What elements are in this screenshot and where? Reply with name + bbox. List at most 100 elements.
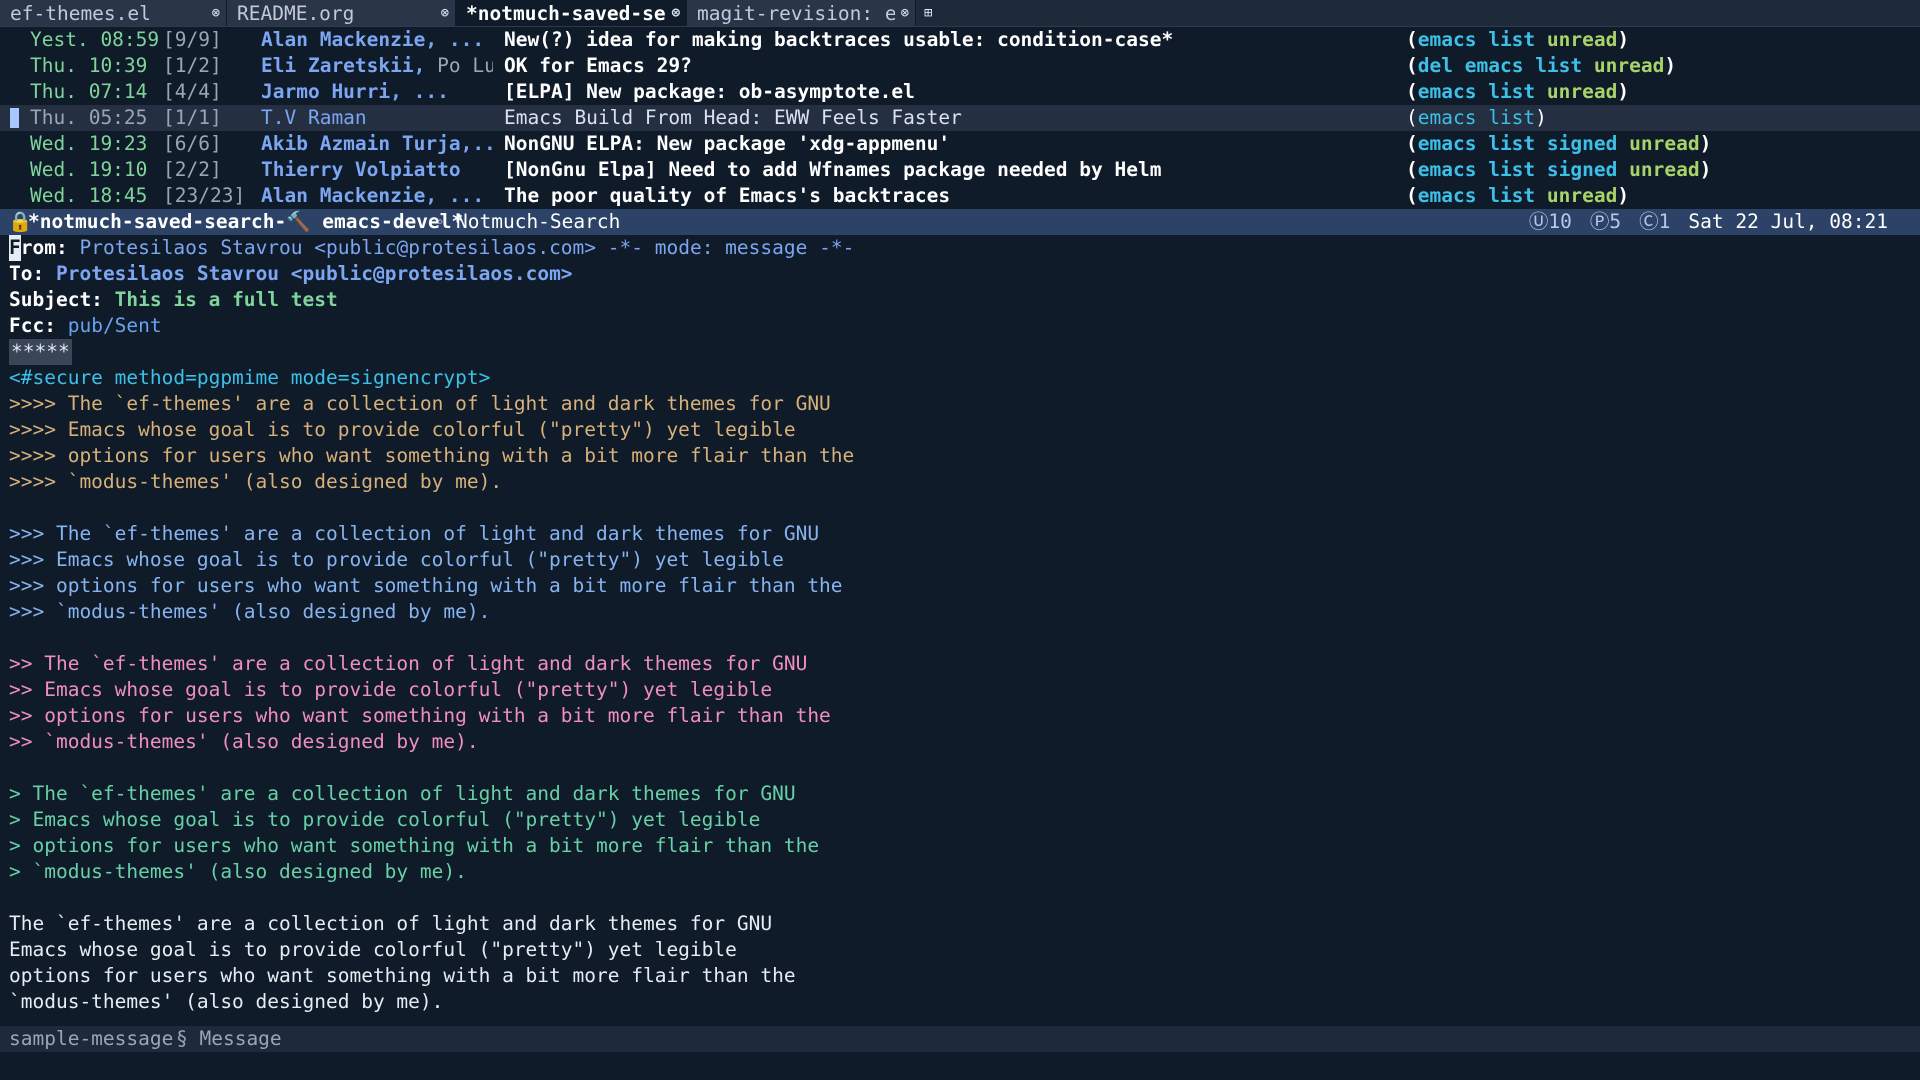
tab-magit-revision[interactable]: magit-revision: ef ⊗ [687,0,916,26]
quote-level-1-line: > Emacs whose goal is to provide colorfu… [9,808,761,831]
search-row[interactable]: Thu. 07:14 [4/4] Jarmo Hurri, ... [ELPA]… [0,79,1920,105]
quote-level-4-line: >>>> options for users who want somethin… [9,444,855,467]
row-date: Thu. 05:25 [30,106,148,129]
tab-ef-themes[interactable]: ef-themes.el ⊗ [0,0,227,26]
header-from[interactable]: From: Protesilaos Stavrou <public@protes… [0,235,1920,261]
quote-level-3-line: >>> `modus-themes' (also designed by me)… [9,600,491,623]
to-value[interactable]: Protesilaos Stavrou <public@protesilaos.… [56,262,573,285]
mode-line-major-mode[interactable]: Notmuch-Search [456,209,620,235]
search-row[interactable]: Wed. 19:23 [6/6] Akib Azmain Turja,... N… [0,131,1920,157]
mode-line-active[interactable]: 🔒 *notmuch-saved-search-🔨 emacs-devel* ∘… [0,209,1920,235]
search-row[interactable]: Wed. 18:45 [23/23] Alan Mackenzie, ... T… [0,183,1920,209]
mml-secure-tag[interactable]: <#secure method=pgpmime mode=signencrypt… [0,365,1920,391]
quote-level-4-line: >>>> Emacs whose goal is to provide colo… [9,418,796,441]
row-count: [2/2] [163,158,222,181]
notmuch-search-list: Yest. 08:59 [9/9] Alan Mackenzie, ... Ne… [0,27,1920,209]
row-subject: Emacs Build From Head: EWW Feels Faster [504,106,962,129]
tab-readme[interactable]: README.org ⊗ [227,0,456,26]
mode-line-inactive[interactable]: sample-message § Message [0,1026,1920,1052]
count-indicator: Ⓒ1 [1639,210,1671,233]
quote-level-2-line: >> options for users who want something … [9,704,831,727]
row-subject: New(?) idea for making backtraces usable… [504,28,1174,51]
unread-count-indicator: Ⓤ10 [1528,210,1572,233]
tab-notmuch-saved-search[interactable]: *notmuch-saved-sea ⊗ [456,0,687,26]
body-line: `modus-themes' (also designed by me). [9,990,444,1013]
row-date: Thu. 10:39 [30,54,148,77]
row-tags: (emacs list signed unread) [1406,158,1712,181]
quote-level-4-line: >>>> `modus-themes' (also designed by me… [9,470,503,493]
row-authors: Thierry Volpiatto [261,158,461,181]
from-value[interactable]: Protesilaos Stavrou <public@protesilaos.… [79,236,596,259]
header-body-separator: ***** [9,339,72,365]
pending-count-indicator: Ⓟ5 [1589,210,1622,233]
row-subject: NonGNU ELPA: New package 'xdg-appmenu' [504,132,951,155]
subject-value[interactable]: This is a full test [115,288,338,311]
search-row[interactable]: Thu. 10:39 [1/2] Eli Zaretskii, Po Lu OK… [0,53,1920,79]
row-count: [1/2] [163,54,222,77]
quote-level-3-line: >>> Emacs whose goal is to provide color… [9,548,784,571]
message-buffer[interactable]: From: Protesilaos Stavrou <public@protes… [0,235,1920,1015]
tab-label: ef-themes.el [10,1,151,25]
row-authors: Eli Zaretskii, Po Lu [261,54,493,77]
search-row-current[interactable]: Thu. 05:25 [1/1] T.V Raman Emacs Build F… [0,105,1920,131]
tab-label: *notmuch-saved-sea [466,1,666,25]
row-authors: Jarmo Hurri, ... [261,80,449,103]
quote-level-2-line: >> `modus-themes' (also designed by me). [9,730,479,753]
mode-line-cookie: -*- mode: message -*- [607,236,855,259]
quote-level-3-line: >>> options for users who want something… [9,574,843,597]
tab-bar: ef-themes.el ⊗ README.org ⊗ *notmuch-sav… [0,0,1920,27]
row-date: Wed. 18:45 [30,184,148,207]
quote-level-2-line: >> The `ef-themes' are a collection of l… [9,652,808,675]
text-cursor: F [9,235,21,261]
row-date: Yest. 08:59 [30,28,160,51]
quote-level-2-line: >> Emacs whose goal is to provide colorf… [9,678,773,701]
fringe-cursor-indicator [10,108,19,128]
body-line: The `ef-themes' are a collection of ligh… [9,912,773,935]
quote-level-1-line: > The `ef-themes' are a collection of li… [9,782,796,805]
quote-level-1-line: > `modus-themes' (also designed by me). [9,860,467,883]
header-fcc[interactable]: Fcc: pub/Sent [0,313,1920,339]
row-count: [9/9] [163,28,222,51]
fcc-value[interactable]: pub/Sent [68,314,162,337]
row-authors: Alan Mackenzie, ... [261,28,485,51]
row-subject: [NonGnu Elpa] Need to add Wfnames packag… [504,158,1162,181]
mode-line-datetime: Sat 22 Jul, 08:21 [1688,210,1888,233]
mode-line-right: Ⓤ10 Ⓟ5 Ⓒ1 Sat 22 Jul, 08:21 [1529,209,1888,235]
row-subject: The poor quality of Emacs's backtraces [504,184,951,207]
row-count: [23/23] [163,184,246,207]
tab-close-icon[interactable]: ⊗ [441,5,449,21]
tab-label: magit-revision: ef [697,1,895,25]
row-tags: (emacs list unread) [1406,184,1630,207]
tab-close-icon[interactable]: ⊗ [672,5,680,21]
row-tags: (emacs list unread) [1406,28,1630,51]
row-count: [4/4] [163,80,222,103]
quote-level-3-line: >>> The `ef-themes' are a collection of … [9,522,820,545]
tab-close-icon[interactable]: ⊗ [212,5,220,21]
mode-line-buffer-name[interactable]: *notmuch-saved-search-🔨 emacs-devel* [28,209,463,235]
new-tab-icon[interactable]: ⊞ [916,0,940,26]
row-date: Wed. 19:23 [30,132,148,155]
search-row[interactable]: Yest. 08:59 [9/9] Alan Mackenzie, ... Ne… [0,27,1920,53]
row-authors: Akib Azmain Turja,... [261,132,493,155]
footer-major-mode[interactable]: § Message [176,1026,282,1052]
row-authors: T.V Raman [261,106,367,129]
row-count: [1/1] [163,106,222,129]
search-row[interactable]: Wed. 19:10 [2/2] Thierry Volpiatto [NonG… [0,157,1920,183]
header-to[interactable]: To: Protesilaos Stavrou <public@protesil… [0,261,1920,287]
body-line: options for users who want something wit… [9,964,796,987]
row-count: [6/6] [163,132,222,155]
tab-close-icon[interactable]: ⊗ [901,5,909,21]
row-date: Wed. 19:10 [30,158,148,181]
row-tags: (emacs list) [1406,106,1547,129]
body-line: Emacs whose goal is to provide colorful … [9,938,737,961]
header-subject[interactable]: Subject: This is a full test [0,287,1920,313]
tab-label: README.org [237,1,355,25]
row-date: Thu. 07:14 [30,80,148,103]
row-subject: OK for Emacs 29? [504,54,692,77]
mode-line-separator-icon: ∘ [436,214,445,230]
row-tags: (emacs list unread) [1406,80,1630,103]
footer-buffer-name[interactable]: sample-message [9,1026,173,1052]
